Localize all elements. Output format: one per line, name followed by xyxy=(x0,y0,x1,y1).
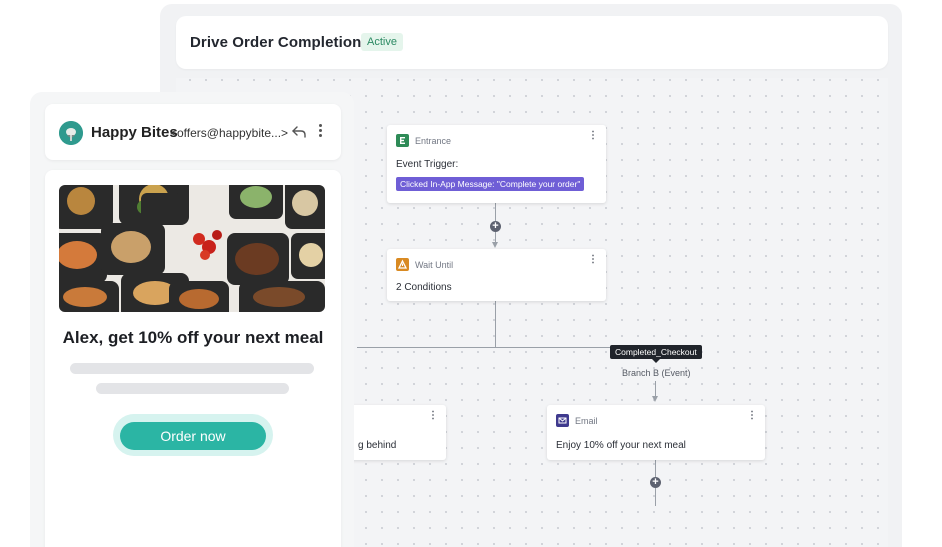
node-menu-icon[interactable]: ⋮ xyxy=(747,411,757,421)
wait-until-node[interactable]: Wait Until ⋮ 2 Conditions xyxy=(387,249,606,301)
node-type-label: Email xyxy=(575,415,598,426)
connector-plus-wait xyxy=(495,232,496,242)
avatar xyxy=(59,121,83,145)
more-vertical-icon[interactable] xyxy=(317,123,323,139)
sender-name: Happy Bites xyxy=(91,124,178,141)
node-menu-icon[interactable]: ⋮ xyxy=(428,411,438,421)
sender-email: <offers@happybite...> xyxy=(170,126,289,140)
status-badge: Active xyxy=(361,33,403,51)
connector-plus-end xyxy=(655,488,656,506)
email-node[interactable]: Email ⋮ Enjoy 10% off your next meal xyxy=(547,405,765,460)
node-label: 2 Conditions xyxy=(396,282,452,293)
wait-icon xyxy=(396,258,409,271)
email-headline: Alex, get 10% off your next meal xyxy=(62,328,324,347)
node-type-label: Entrance xyxy=(415,135,452,146)
add-step-button[interactable]: + xyxy=(650,477,661,488)
entrance-icon xyxy=(396,134,409,147)
arrow-head xyxy=(492,242,498,248)
node-label: Enjoy 10% off your next meal xyxy=(556,440,686,451)
text-placeholder-line xyxy=(70,363,314,374)
add-step-button[interactable]: + xyxy=(490,221,501,232)
node-label: Event Trigger: xyxy=(396,159,459,170)
node-type-label: Wait Until xyxy=(415,259,454,270)
connector-wait-split xyxy=(495,301,496,348)
node-label: g behind xyxy=(358,440,397,451)
node-menu-icon[interactable]: ⋮ xyxy=(588,131,598,141)
hero-image xyxy=(59,185,325,312)
event-tooltip: Completed_Checkout xyxy=(610,345,702,363)
workflow-title: Drive Order Completion xyxy=(190,34,362,51)
connector-branch-b-email xyxy=(655,381,656,396)
node-menu-icon[interactable]: ⋮ xyxy=(588,255,598,265)
text-placeholder-line xyxy=(96,383,289,394)
email-body: Alex, get 10% off your next meal Order n… xyxy=(45,170,341,547)
order-now-button[interactable]: Order now xyxy=(120,422,266,450)
workflow-header: Drive Order Completion Active xyxy=(176,16,888,69)
entrance-node[interactable]: Entrance ⋮ Event Trigger: Clicked In-App… xyxy=(387,125,606,203)
arrow-head xyxy=(652,396,658,402)
branch-label[interactable]: Branch B (Event) xyxy=(622,368,691,378)
email-header: Happy Bites <offers@happybite...> xyxy=(45,104,341,160)
trigger-chip: Clicked In-App Message: "Complete your o… xyxy=(396,177,585,191)
reply-icon[interactable] xyxy=(291,124,307,140)
connector-entrance-plus xyxy=(495,203,496,221)
email-icon xyxy=(556,414,569,427)
connector-email-plus xyxy=(655,460,656,477)
